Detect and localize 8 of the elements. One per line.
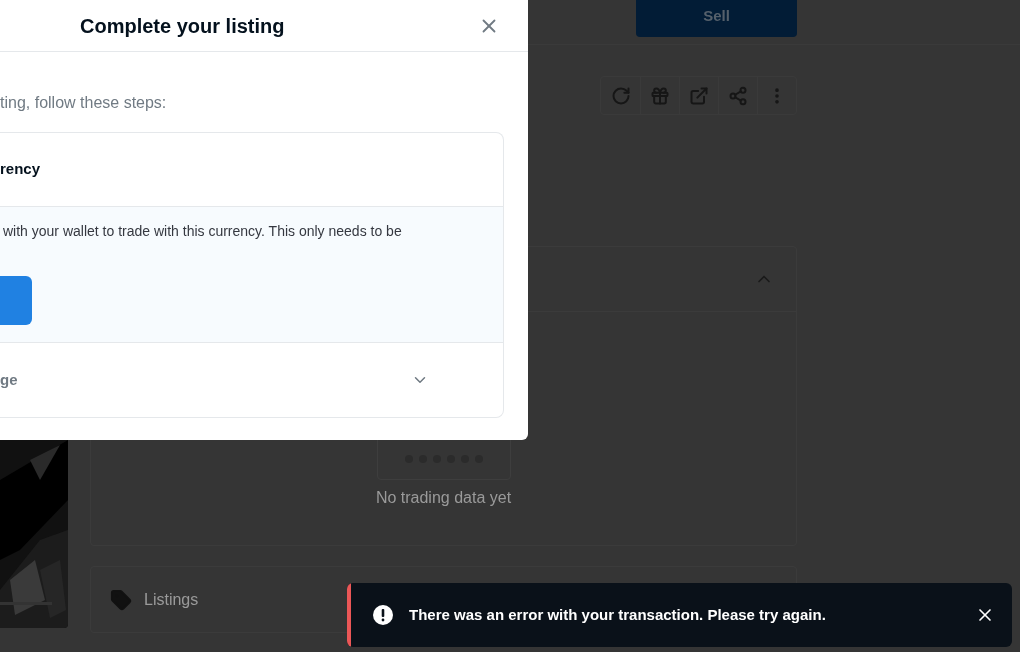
- listings-title: Listings: [144, 589, 199, 610]
- step-title: ge: [0, 369, 18, 390]
- dialog-title: Complete your listing: [80, 13, 285, 39]
- empty-state-text: No trading data yet: [375, 488, 512, 508]
- dialog-intro: ting, follow these steps:: [0, 93, 168, 113]
- step-description: with your wallet to trade with this currency. This only needs to be: [3, 222, 403, 241]
- toast-message: There was an error with your transaction. Please try again.: [409, 604, 827, 625]
- step-title: rency: [0, 159, 41, 180]
